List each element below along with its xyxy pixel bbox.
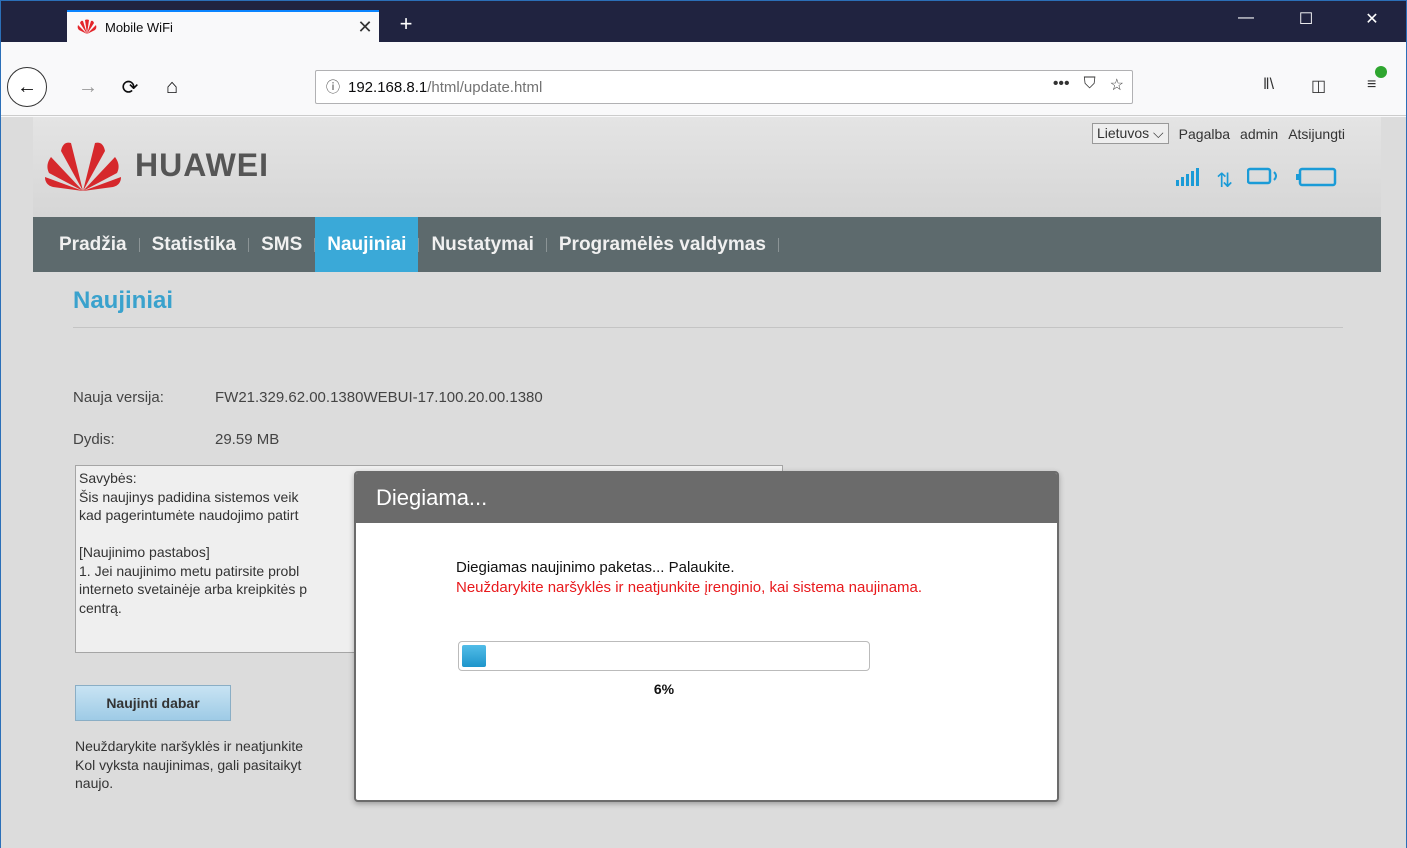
menu-item-pradzia[interactable]: Pradžia — [47, 217, 139, 272]
home-button[interactable]: ⌂ — [155, 70, 189, 104]
language-select[interactable]: Lietuvos ⌵ — [1091, 123, 1169, 144]
menu-item-sms[interactable]: SMS — [249, 217, 314, 272]
menu-item-nustatymai[interactable]: Nustatymai — [419, 217, 545, 272]
browser-window: Mobile WiFi ✕ + — ☐ ✕ ← → ⟳ ⌂ ⓘ 192.168.… — [0, 0, 1407, 848]
reload-button[interactable]: ⟳ — [113, 70, 147, 104]
close-tab-icon[interactable]: ✕ — [351, 17, 379, 38]
library-icon[interactable]: ‖\ — [1263, 76, 1274, 94]
huawei-logo: HUAWEI — [41, 137, 269, 193]
brand-name: HUAWEI — [135, 146, 269, 183]
back-button[interactable]: ← — [7, 67, 47, 107]
new-version-row: Nauja versija: FW21.329.62.00.1380WEBUI-… — [73, 389, 543, 406]
new-tab-icon[interactable]: + — [391, 11, 421, 37]
url-host: 192.168.8.1 — [348, 78, 428, 96]
tab-title: Mobile WiFi — [105, 19, 173, 35]
menu-update-icon[interactable]: ≡ — [1367, 66, 1387, 94]
page-title: Naujiniai — [73, 287, 1343, 328]
huawei-favicon-icon — [77, 19, 97, 35]
sidebar-icon[interactable]: ◫ — [1311, 76, 1326, 96]
dialog-body: Diegiamas naujinimo paketas... Palaukite… — [456, 559, 976, 697]
close-window-icon[interactable]: ✕ — [1349, 9, 1395, 29]
wifi-device-icon — [1246, 167, 1281, 193]
update-content: Naujiniai Nauja versija: FW21.329.62.00.… — [73, 287, 1343, 791]
installing-message: Diegiamas naujinimo paketas... Palaukite… — [456, 559, 735, 576]
size-label: Dydis: — [73, 431, 115, 448]
menu-item-programeles-valdymas[interactable]: Programėlės valdymas — [547, 217, 778, 272]
huawei-petals-icon — [45, 142, 121, 191]
progress-percent-label: 6% — [653, 681, 675, 697]
router-header: HUAWEI Lietuvos ⌵ Pagalba admin Atsijung… — [33, 117, 1381, 217]
menu-item-naujiniai[interactable]: Naujiniai — [315, 217, 419, 272]
menu-item-statistika[interactable]: Statistika — [140, 217, 248, 272]
installing-dialog: Diegiama... Diegiamas naujinimo paketas.… — [354, 471, 1059, 802]
progress-fill — [462, 645, 487, 667]
tab-mobile-wifi[interactable]: Mobile WiFi ✕ — [67, 10, 379, 42]
minimize-icon[interactable]: — — [1223, 9, 1269, 27]
status-icons: ⇅ — [1176, 167, 1337, 193]
home-icon: ⌂ — [165, 75, 179, 98]
main-menu: Pradžia Statistika SMS Naujiniai Nustaty… — [33, 217, 1381, 272]
size-value: 29.59 MB — [215, 431, 280, 448]
new-version-label: Nauja versija: — [73, 389, 164, 406]
help-link[interactable]: Pagalba — [1179, 126, 1230, 142]
info-icon[interactable]: ⓘ — [326, 77, 348, 97]
admin-link[interactable]: admin — [1240, 126, 1278, 142]
new-version-value: FW21.329.62.00.1380WEBUI-17.100.20.00.13… — [215, 389, 543, 406]
bookmark-star-icon[interactable]: ☆ — [1110, 75, 1124, 95]
navigation-toolbar: ← → ⟳ ⌂ ⓘ 192.168.8.1/html/update.html •… — [1, 42, 1406, 116]
arrow-right-icon: → — [78, 75, 98, 98]
dialog-warning: Neuždarykite naršyklės ir neatjunkite įr… — [456, 579, 923, 596]
pocket-icon[interactable]: ⛉ — [1084, 75, 1096, 95]
url-path: /html/update.html — [427, 78, 543, 96]
progress-bar — [458, 641, 870, 671]
page-actions-icon[interactable]: ••• — [1053, 75, 1070, 95]
url-bar[interactable]: ⓘ 192.168.8.1/html/update.html ••• ⛉ ☆ — [315, 70, 1133, 104]
dialog-title: Diegiama... — [356, 473, 1057, 523]
update-warning-text: Neuždarykite naršyklės ir neatjunkite Ko… — [75, 738, 303, 791]
signal-strength-icon — [1176, 168, 1202, 192]
data-transfer-icon: ⇅ — [1216, 169, 1233, 192]
router-page: HUAWEI Lietuvos ⌵ Pagalba admin Atsijung… — [1, 117, 1406, 848]
logout-link[interactable]: Atsijungti — [1288, 126, 1345, 142]
maximize-icon[interactable]: ☐ — [1283, 9, 1329, 29]
tab-bar: Mobile WiFi ✕ + — ☐ ✕ — [1, 1, 1406, 42]
menu-divider — [777, 237, 779, 252]
battery-icon — [1295, 167, 1337, 193]
top-links: Lietuvos ⌵ Pagalba admin Atsijungti — [1091, 123, 1345, 144]
forward-button[interactable]: → — [71, 70, 105, 104]
update-now-button[interactable]: Naujinti dabar — [75, 685, 231, 721]
arrow-left-icon: ← — [17, 75, 37, 98]
reload-icon: ⟳ — [121, 76, 139, 99]
size-row: Dydis: 29.59 MB — [73, 431, 279, 448]
chevron-down-icon: ⌵ — [1153, 125, 1164, 141]
